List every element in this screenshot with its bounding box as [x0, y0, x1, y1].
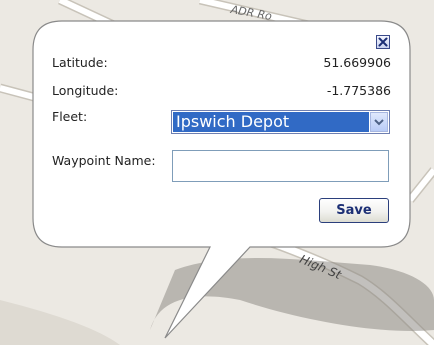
- chevron-down-icon: [374, 119, 384, 126]
- fleet-label: Fleet:: [52, 109, 88, 124]
- waypoint-name-input[interactable]: [172, 150, 389, 182]
- longitude-value: -1.775386: [326, 83, 391, 98]
- close-button[interactable]: [376, 35, 390, 49]
- fleet-selected-value: Ipswich Depot: [173, 112, 369, 132]
- longitude-label: Longitude:: [52, 83, 119, 98]
- fleet-select[interactable]: Ipswich Depot: [171, 110, 390, 134]
- latitude-label: Latitude:: [52, 55, 108, 70]
- fleet-dropdown-button[interactable]: [370, 112, 388, 132]
- latitude-value: 51.669906: [323, 55, 391, 70]
- close-x-icon: [378, 37, 388, 47]
- save-button[interactable]: Save: [319, 198, 389, 223]
- waypoint-name-label: Waypoint Name:: [52, 153, 156, 168]
